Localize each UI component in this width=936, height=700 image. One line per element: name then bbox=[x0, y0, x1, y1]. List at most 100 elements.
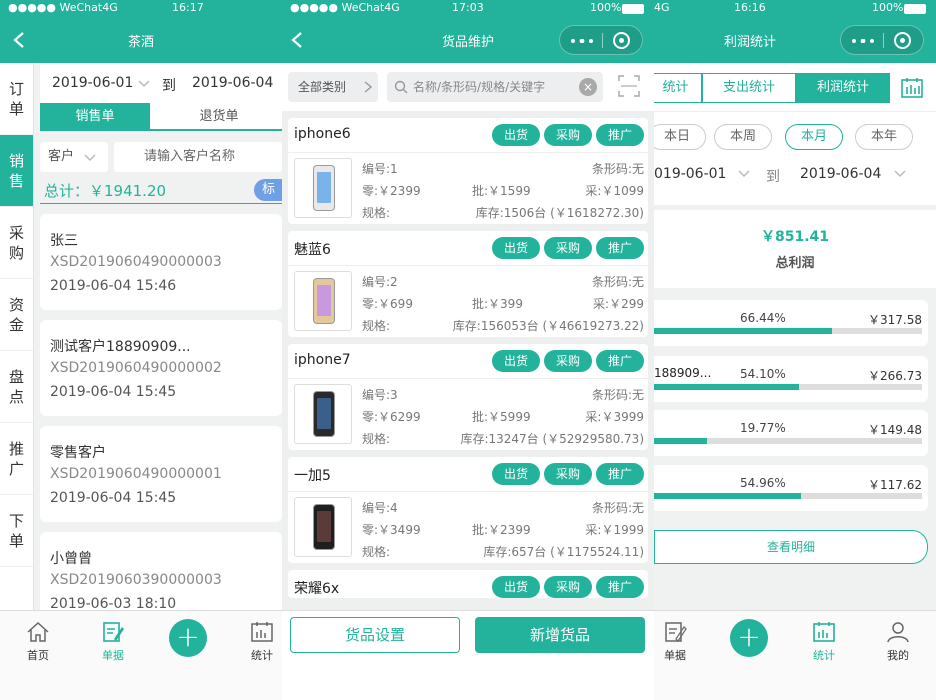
customer-select[interactable]: 客户 bbox=[40, 142, 108, 172]
profit-row[interactable]: 66.44% ￥317.58 bbox=[654, 300, 928, 346]
product-stock: 库存:13247台 (￥52929580.73) bbox=[460, 432, 644, 446]
ship-button[interactable]: 出货 bbox=[492, 350, 540, 372]
clock: 16:16 bbox=[734, 1, 766, 14]
carrier-label: ●●●●● WeChat4G bbox=[8, 1, 118, 14]
product-name: 荣耀6x bbox=[294, 581, 340, 597]
side-menu-item[interactable]: 盘点 bbox=[0, 351, 33, 423]
customer-name: 188909... bbox=[654, 366, 712, 380]
purchase-button[interactable]: 采购 bbox=[544, 463, 592, 485]
product-image[interactable] bbox=[294, 497, 352, 557]
add-button[interactable]: + bbox=[730, 619, 768, 657]
promote-button[interactable]: 推广 bbox=[596, 350, 644, 372]
order-card[interactable]: 张三 XSD2019060490000003 2019-06-04 15:46 bbox=[40, 214, 282, 310]
tab-sales-order[interactable]: 销售单 bbox=[40, 103, 150, 131]
product-image[interactable] bbox=[294, 271, 352, 331]
product-wholesale: 批:￥399 bbox=[472, 297, 523, 311]
side-menu-item[interactable]: 下单 bbox=[0, 495, 33, 567]
side-menu-item[interactable]: 销售 bbox=[0, 135, 33, 207]
add-button[interactable]: + bbox=[169, 619, 207, 657]
chevron-down-icon[interactable] bbox=[738, 170, 750, 178]
product-wholesale: 批:￥5999 bbox=[472, 410, 531, 424]
chevron-down-icon[interactable] bbox=[894, 170, 906, 178]
side-menu-item[interactable]: 推广 bbox=[0, 423, 33, 495]
tab-return-order[interactable]: 退货单 bbox=[164, 103, 274, 131]
tab-documents[interactable]: 单据 bbox=[88, 621, 138, 663]
chevron-down-icon[interactable] bbox=[138, 80, 150, 88]
ship-button[interactable]: 出货 bbox=[492, 463, 540, 485]
view-details-button[interactable]: 查看明细 bbox=[654, 530, 928, 564]
period-selector: 本日 本周 本月 本年 019-06-01 到 2019-06-04 bbox=[654, 111, 936, 205]
scan-icon[interactable] bbox=[618, 75, 640, 97]
side-menu-item[interactable]: 采购 bbox=[0, 207, 33, 279]
product-spec: 规格: bbox=[362, 206, 391, 220]
date-from[interactable]: 2019-06-01 bbox=[52, 75, 133, 91]
close-circle-icon[interactable] bbox=[894, 32, 911, 49]
customer-name: 测试客户18890909... bbox=[50, 339, 191, 355]
product-image[interactable] bbox=[294, 384, 352, 444]
ship-button[interactable]: 出货 bbox=[492, 576, 540, 598]
promote-button[interactable]: 推广 bbox=[596, 576, 644, 598]
product-card[interactable]: iphone6 出货 采购 推广 编号:1 条形码:无 零:￥2399 批:￥1599 采:￥1… bbox=[288, 118, 648, 224]
tab-documents[interactable]: 单据 bbox=[654, 621, 700, 663]
category-filter[interactable]: 全部类别 bbox=[288, 72, 378, 102]
phone-picture bbox=[313, 165, 335, 211]
side-menu-item[interactable]: 资金 bbox=[0, 279, 33, 351]
period-week[interactable]: 本周 bbox=[714, 124, 772, 150]
profit-row[interactable]: 188909... 54.10% ￥266.73 bbox=[654, 356, 928, 402]
more-dots-icon[interactable] bbox=[851, 39, 875, 43]
tab-documents-label: 单据 bbox=[102, 649, 124, 662]
order-card[interactable]: 测试客户18890909... XSD2019060490000002 2019-0… bbox=[40, 320, 282, 416]
product-image[interactable] bbox=[294, 158, 352, 218]
product-code: 编号:1 bbox=[362, 162, 398, 176]
purchase-button[interactable]: 采购 bbox=[544, 237, 592, 259]
product-barcode: 条形码:无 bbox=[591, 501, 644, 515]
profit-percentage: 19.77% bbox=[740, 421, 786, 435]
product-wholesale: 批:￥1599 bbox=[472, 184, 531, 198]
product-settings-button[interactable]: 货品设置 bbox=[290, 617, 460, 653]
product-card[interactable]: iphone7 出货 采购 推广 编号:3 条形码:无 零:￥6299 批:￥5999 采:￥3… bbox=[288, 344, 648, 450]
date-from[interactable]: 019-06-01 bbox=[654, 166, 726, 182]
ship-button[interactable]: 出货 bbox=[492, 124, 540, 146]
progress-track bbox=[654, 493, 922, 499]
profit-row[interactable]: 19.77% ￥149.48 bbox=[654, 410, 928, 456]
product-card[interactable]: 荣耀6x 出货 采购 推广 bbox=[288, 570, 648, 605]
tab-profit-stats[interactable]: 利润统计 bbox=[796, 73, 890, 103]
clock: 17:03 bbox=[452, 1, 484, 14]
purchase-button[interactable]: 采购 bbox=[544, 576, 592, 598]
order-card[interactable]: 零售客户 XSD2019060490000001 2019-06-04 15:45 bbox=[40, 426, 282, 522]
purchase-button[interactable]: 采购 bbox=[544, 350, 592, 372]
product-card[interactable]: 魅蓝6 出货 采购 推广 编号:2 条形码:无 零:￥699 批:￥399 采:￥299 规格: 库… bbox=[288, 231, 648, 337]
date-to[interactable]: 2019-06-04 bbox=[192, 75, 273, 91]
date-to[interactable]: 2019-06-04 bbox=[800, 166, 881, 182]
customer-filter: 客户 请输入客户名称 bbox=[40, 142, 282, 172]
calendar-chart-icon[interactable] bbox=[900, 77, 924, 99]
period-year[interactable]: 本年 bbox=[855, 124, 913, 150]
period-month[interactable]: 本月 bbox=[785, 124, 843, 150]
tag-badge[interactable]: 标 bbox=[254, 179, 282, 201]
tab-statistics[interactable]: 统计 bbox=[799, 621, 849, 663]
product-barcode: 条形码:无 bbox=[591, 388, 644, 402]
tab-profile[interactable]: 我的 bbox=[873, 621, 923, 663]
clear-icon[interactable]: × bbox=[579, 78, 597, 96]
add-product-button[interactable]: 新增货品 bbox=[475, 617, 645, 653]
profit-row[interactable]: 54.96% ￥117.62 bbox=[654, 465, 928, 511]
battery-label: 100% bbox=[872, 1, 904, 14]
side-menu: 订单 销售 采购 资金 盘点 推广 下单 bbox=[0, 63, 34, 610]
period-today[interactable]: 本日 bbox=[654, 124, 706, 150]
side-menu-item[interactable]: 订单 bbox=[0, 63, 33, 135]
search-input[interactable]: 名称/条形码/规格/关键字 × bbox=[387, 72, 603, 102]
close-circle-icon[interactable] bbox=[613, 32, 630, 49]
tab-statistics[interactable]: 统计 bbox=[237, 621, 282, 663]
ship-button[interactable]: 出货 bbox=[492, 237, 540, 259]
product-card[interactable]: 一加5 出货 采购 推广 编号:4 条形码:无 零:￥3499 批:￥2399 采:￥1999 规… bbox=[288, 457, 648, 563]
more-dots-icon[interactable] bbox=[570, 39, 594, 43]
nav-bar: 利润统计 bbox=[654, 17, 936, 63]
tab-income-stats[interactable]: 统计 bbox=[654, 73, 702, 103]
tab-expense-stats[interactable]: 支出统计 bbox=[702, 73, 796, 103]
promote-button[interactable]: 推广 bbox=[596, 237, 644, 259]
customer-name-input[interactable]: 请输入客户名称 bbox=[114, 142, 282, 172]
tab-home[interactable]: 首页 bbox=[13, 621, 63, 663]
promote-button[interactable]: 推广 bbox=[596, 463, 644, 485]
purchase-button[interactable]: 采购 bbox=[544, 124, 592, 146]
promote-button[interactable]: 推广 bbox=[596, 124, 644, 146]
